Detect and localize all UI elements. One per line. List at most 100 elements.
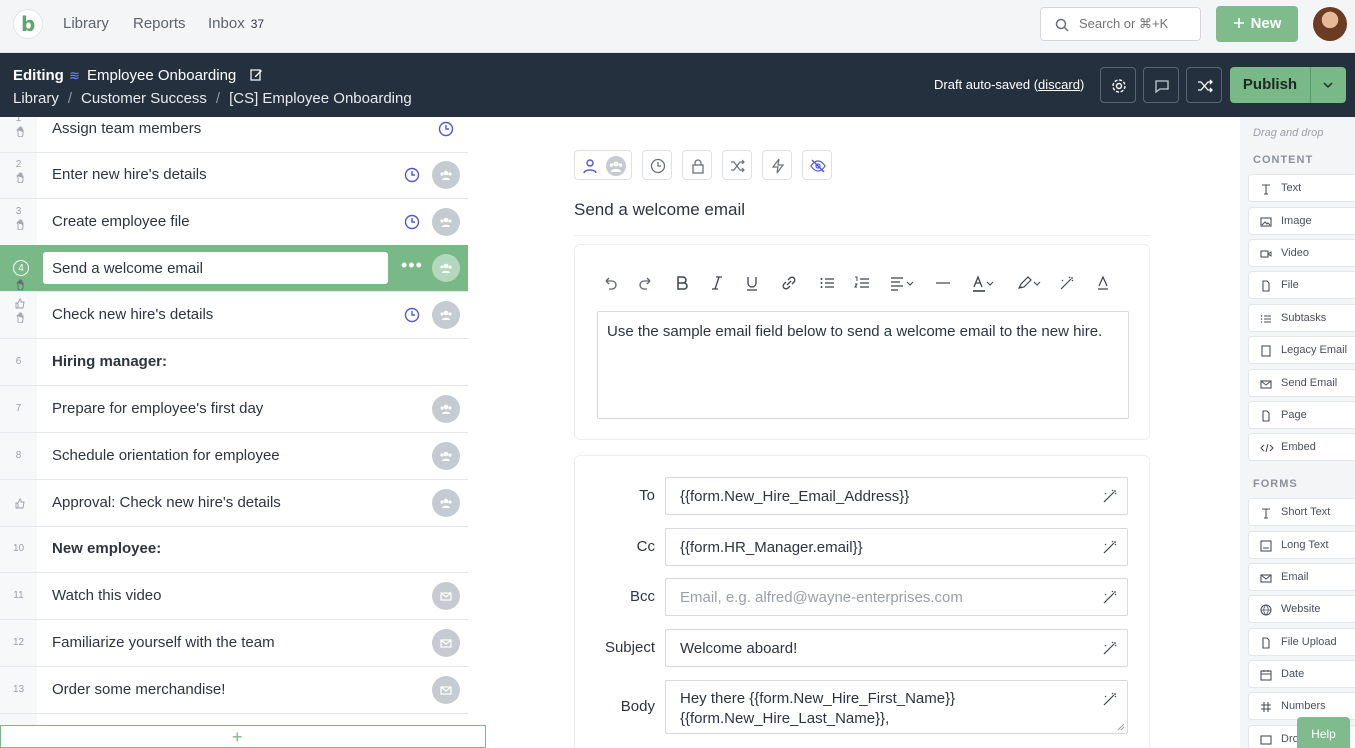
magic-wand-icon[interactable]: [1102, 640, 1118, 656]
bold-icon[interactable]: [674, 275, 690, 291]
underline-icon[interactable]: [744, 275, 760, 291]
clock-icon[interactable]: [404, 307, 420, 323]
palette-image[interactable]: Image: [1248, 207, 1355, 235]
nav-reports[interactable]: Reports: [133, 15, 186, 32]
role-assignee-icon[interactable]: [432, 254, 460, 282]
add-step-button[interactable]: +: [0, 725, 486, 748]
clock-icon[interactable]: [404, 214, 420, 230]
nav-inbox[interactable]: Inbox 37: [208, 15, 264, 32]
palette-legacy-email[interactable]: Legacy Email: [1248, 336, 1355, 364]
email-assignee-icon[interactable]: [432, 582, 460, 610]
search-input[interactable]: [1079, 16, 1194, 31]
role-assignee-icon[interactable]: [432, 442, 460, 470]
palette-email[interactable]: Email: [1248, 563, 1355, 591]
cc-field[interactable]: {{form.HR_Manager.email}}: [665, 528, 1128, 566]
to-field[interactable]: {{form.New_Hire_Email_Address}}: [665, 477, 1128, 515]
step-label: New employee:: [52, 540, 162, 557]
palette-date[interactable]: Date: [1248, 660, 1355, 688]
email-assignee-icon[interactable]: [432, 629, 460, 657]
step-row-heading[interactable]: 6 Hiring manager:: [0, 339, 468, 386]
palette-long-text[interactable]: Long Text: [1248, 531, 1355, 559]
bcc-field[interactable]: Email, e.g. alfred@wayne-enterprises.com: [665, 578, 1128, 616]
email-assignee-icon[interactable]: [432, 676, 460, 704]
magic-wand-icon[interactable]: [1059, 275, 1075, 291]
step-row[interactable]: 13 Order some merchandise!: [0, 667, 468, 714]
comments-button[interactable]: [1143, 67, 1179, 103]
step-row[interactable]: 3 Create employee file: [0, 199, 468, 246]
step-row[interactable]: 7 Prepare for employee's first day: [0, 386, 468, 433]
step-number: 6: [15, 356, 22, 367]
palette-file-upload[interactable]: File Upload: [1248, 628, 1355, 656]
settings-button[interactable]: [1100, 67, 1136, 103]
clear-format-icon[interactable]: [1095, 275, 1111, 291]
step-row-active[interactable]: 4 Send a welcome email •••: [0, 245, 468, 292]
step-row[interactable]: 8 Schedule orientation for employee: [0, 433, 468, 480]
step-row[interactable]: Check new hire's details: [0, 292, 468, 339]
app-logo[interactable]: b: [14, 10, 42, 38]
publish-button[interactable]: Publish: [1230, 67, 1310, 103]
step-row[interactable]: 11 Watch this video: [0, 573, 468, 620]
body-field[interactable]: Hey there {{form.New_Hire_First_Name}} {…: [665, 680, 1128, 734]
automation-button[interactable]: [762, 150, 792, 180]
breadcrumb-customer-success[interactable]: Customer Success: [81, 90, 207, 107]
clock-icon[interactable]: [438, 121, 454, 137]
assign-button[interactable]: [574, 150, 632, 180]
undo-icon[interactable]: [602, 275, 618, 291]
user-avatar[interactable]: [1313, 7, 1347, 41]
bulleted-list-icon[interactable]: [819, 275, 835, 291]
step-row[interactable]: Approval: Check new hire's details: [0, 480, 468, 527]
italic-icon[interactable]: [709, 275, 725, 291]
step-row[interactable]: 2 Enter new hire's details: [0, 152, 468, 199]
edit-icon[interactable]: [250, 68, 263, 81]
palette-embed[interactable]: Embed: [1248, 433, 1355, 461]
role-assignee-icon[interactable]: [432, 208, 460, 236]
workflow-name[interactable]: Employee Onboarding: [87, 67, 236, 84]
breadcrumb-current[interactable]: [CS] Employee Onboarding: [229, 90, 412, 107]
due-date-button[interactable]: [642, 150, 672, 180]
clock-icon[interactable]: [404, 167, 420, 183]
magic-wand-icon[interactable]: [1102, 691, 1118, 707]
rich-text-editor[interactable]: Use the sample email field below to send…: [597, 311, 1129, 419]
horizontal-rule-icon[interactable]: [935, 275, 951, 291]
resize-handle-icon[interactable]: [1117, 723, 1125, 731]
palette-subtasks[interactable]: Subtasks: [1248, 304, 1355, 332]
numbered-list-icon[interactable]: [854, 275, 870, 291]
palette-file[interactable]: File: [1248, 271, 1355, 299]
role-assignee-icon[interactable]: [432, 301, 460, 329]
role-assignee-icon[interactable]: [432, 395, 460, 423]
magic-wand-icon[interactable]: [1102, 488, 1118, 504]
step-row[interactable]: 1 Assign team members: [0, 117, 468, 153]
palette-page[interactable]: Page: [1248, 401, 1355, 429]
text-color-icon[interactable]: [971, 275, 995, 293]
breadcrumb-library[interactable]: Library: [13, 90, 59, 107]
more-options-icon[interactable]: •••: [401, 255, 423, 276]
shuffle-button[interactable]: [1186, 67, 1222, 103]
magic-wand-icon[interactable]: [1102, 589, 1118, 605]
palette-numbers[interactable]: Numbers: [1248, 692, 1355, 720]
step-row[interactable]: 12 Familiarize yourself with the team: [0, 620, 468, 667]
palette-short-text[interactable]: Short Text: [1248, 498, 1355, 526]
new-button[interactable]: New: [1216, 6, 1298, 42]
help-button[interactable]: Help: [1297, 717, 1350, 748]
search-box[interactable]: [1040, 7, 1201, 41]
palette-text[interactable]: Text: [1248, 174, 1355, 202]
role-assignee-icon[interactable]: [432, 489, 460, 517]
magic-wand-icon[interactable]: [1102, 539, 1118, 555]
discard-link[interactable]: discard: [1038, 77, 1080, 92]
chevron-down-icon[interactable]: [1322, 80, 1334, 90]
nav-library[interactable]: Library: [63, 15, 109, 32]
role-assignee-icon[interactable]: [432, 161, 460, 189]
step-row-heading[interactable]: 10 New employee:: [0, 526, 468, 573]
conditional-logic-button[interactable]: [722, 150, 752, 180]
subject-field[interactable]: Welcome aboard!: [665, 629, 1128, 667]
hide-task-button[interactable]: [802, 150, 832, 180]
task-title[interactable]: Send a welcome email: [574, 200, 745, 220]
align-icon[interactable]: [890, 275, 914, 291]
palette-video[interactable]: Video: [1248, 239, 1355, 267]
palette-send-email[interactable]: Send Email: [1248, 369, 1355, 397]
highlight-icon[interactable]: [1016, 275, 1042, 291]
link-icon[interactable]: [780, 275, 798, 291]
redo-icon[interactable]: [638, 275, 654, 291]
permissions-button[interactable]: [682, 150, 712, 180]
palette-website[interactable]: Website: [1248, 595, 1355, 623]
